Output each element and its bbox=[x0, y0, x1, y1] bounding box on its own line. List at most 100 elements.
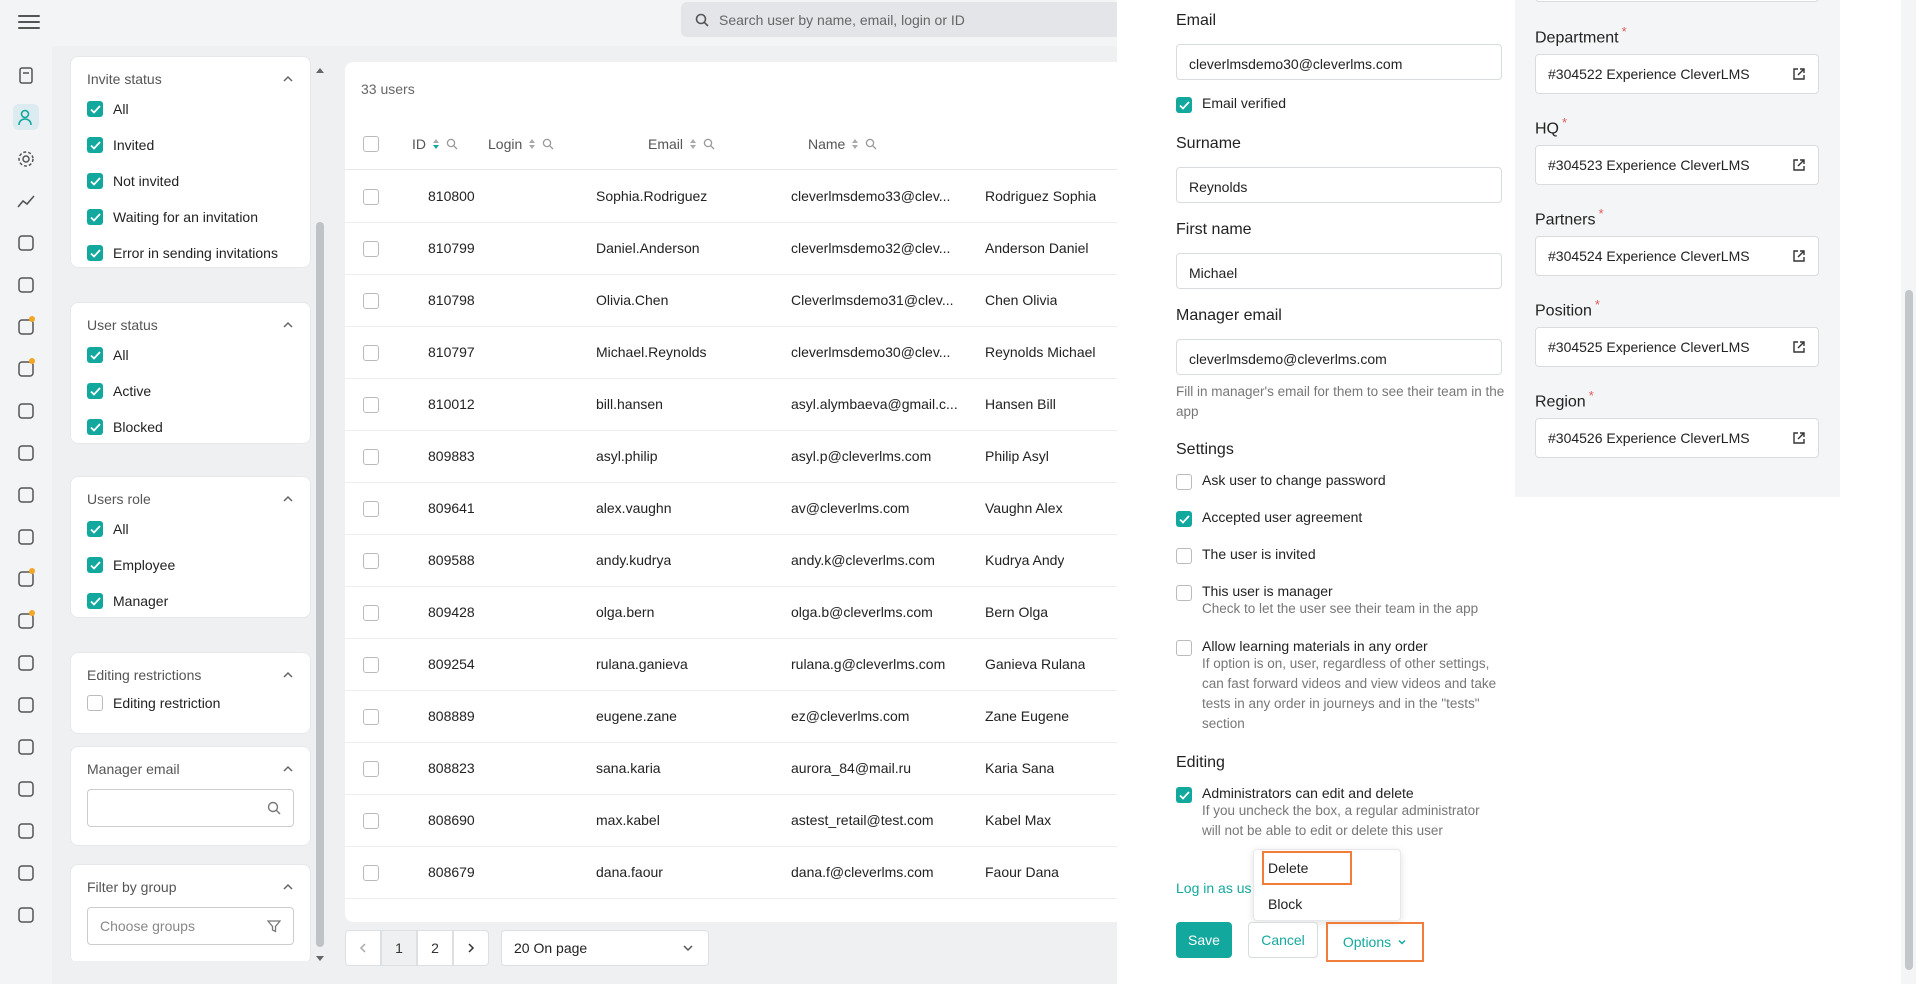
row-checkbox[interactable] bbox=[363, 553, 389, 569]
menu-icon[interactable] bbox=[18, 11, 40, 33]
sort-icon[interactable] bbox=[851, 138, 859, 150]
row-checkbox[interactable] bbox=[363, 189, 389, 205]
filter-option[interactable]: Manager bbox=[87, 583, 310, 619]
row-checkbox[interactable] bbox=[363, 605, 389, 621]
table-row[interactable]: 810800 Sophia.Rodriguez cleverlmsdemo33@cl… bbox=[345, 171, 1117, 223]
target-icon[interactable] bbox=[13, 356, 39, 382]
scroll-up-icon[interactable] bbox=[316, 68, 324, 73]
filters-scrollbar[interactable] bbox=[314, 62, 326, 967]
external-link-icon[interactable] bbox=[1792, 431, 1806, 445]
firstname-field[interactable]: Michael bbox=[1176, 253, 1502, 289]
filter-option[interactable]: Waiting for an invitation bbox=[87, 199, 310, 235]
group-select[interactable]: Choose groups bbox=[87, 907, 294, 945]
row-checkbox[interactable] bbox=[363, 709, 389, 725]
chevron-up-icon[interactable] bbox=[282, 493, 294, 505]
select-all-checkbox[interactable] bbox=[363, 136, 389, 152]
options-button[interactable]: Options bbox=[1326, 922, 1424, 962]
delete-menu-item[interactable]: Delete bbox=[1268, 860, 1308, 876]
setting-checkbox[interactable]: Ask user to change password bbox=[1176, 472, 1502, 490]
save-button[interactable]: Save bbox=[1176, 922, 1232, 958]
calendar-icon[interactable] bbox=[13, 482, 39, 508]
page-2-button[interactable]: 2 bbox=[417, 930, 453, 966]
page-1-button[interactable]: 1 bbox=[381, 930, 417, 966]
table-row[interactable]: 809254 rulana.ganieva rulana.g@cleverlms.c… bbox=[345, 639, 1117, 691]
external-link-icon[interactable] bbox=[1792, 340, 1806, 354]
external-link-icon[interactable] bbox=[1792, 158, 1806, 172]
checkbox[interactable] bbox=[1176, 548, 1192, 564]
scroll-thumb[interactable] bbox=[316, 222, 324, 947]
filter-option[interactable]: Employee bbox=[87, 547, 310, 583]
external-link-icon[interactable] bbox=[1792, 249, 1806, 263]
chevron-up-icon[interactable] bbox=[282, 73, 294, 85]
help-bubble-icon[interactable] bbox=[13, 440, 39, 466]
manager-email-input[interactable] bbox=[87, 789, 294, 827]
table-row[interactable]: 809883 asyl.philip asyl.p@cleverlms.com Phi… bbox=[345, 431, 1117, 483]
chevron-up-icon[interactable] bbox=[282, 763, 294, 775]
filter-option[interactable]: All bbox=[87, 337, 310, 373]
checkbox[interactable] bbox=[87, 209, 103, 225]
setting-checkbox[interactable]: The user is invited bbox=[1176, 546, 1502, 564]
chevron-up-icon[interactable] bbox=[282, 669, 294, 681]
setting-checkbox[interactable]: Accepted user agreement bbox=[1176, 509, 1502, 527]
row-checkbox[interactable] bbox=[363, 397, 389, 413]
row-checkbox[interactable] bbox=[363, 813, 389, 829]
filter-option[interactable]: All bbox=[87, 91, 310, 127]
column-header[interactable]: Name bbox=[808, 136, 877, 152]
email-verified-checkbox[interactable]: Email verified bbox=[1176, 95, 1286, 113]
users-icon[interactable] bbox=[13, 104, 39, 130]
table-row[interactable]: 809428 olga.bern olga.b@cleverlms.com Bern … bbox=[345, 587, 1117, 639]
prev-page-button[interactable] bbox=[345, 930, 381, 966]
search-bar[interactable] bbox=[681, 2, 1121, 37]
chat-icon[interactable] bbox=[13, 566, 39, 592]
search-icon[interactable] bbox=[865, 138, 877, 150]
checkbox[interactable] bbox=[87, 557, 103, 573]
chart-icon[interactable] bbox=[13, 188, 39, 214]
row-checkbox[interactable] bbox=[363, 449, 389, 465]
search-input[interactable] bbox=[719, 11, 1099, 28]
filter-option[interactable]: Blocked bbox=[87, 409, 310, 445]
table-row[interactable]: 810799 Daniel.Anderson cleverlmsdemo32@cle… bbox=[345, 223, 1117, 275]
table-row[interactable]: 808889 eugene.zane ez@cleverlms.com Zane Eu… bbox=[345, 691, 1117, 743]
chevron-up-icon[interactable] bbox=[282, 319, 294, 331]
export-icon[interactable] bbox=[13, 902, 39, 928]
login-as-link[interactable]: Log in as us bbox=[1176, 880, 1252, 896]
table-row[interactable]: 809641 alex.vaughn av@cleverlms.com Vaughn … bbox=[345, 483, 1117, 535]
filter-option[interactable]: Not invited bbox=[87, 163, 310, 199]
info-icon[interactable] bbox=[13, 524, 39, 550]
filter-option[interactable]: All bbox=[87, 511, 310, 547]
column-header[interactable]: ID bbox=[412, 136, 458, 152]
setting-checkbox[interactable]: Allow learning materials in any order If … bbox=[1176, 638, 1502, 734]
setting-checkbox[interactable]: This user is manager Check to let the use… bbox=[1176, 583, 1502, 619]
next-page-button[interactable] bbox=[453, 930, 489, 966]
filter-option[interactable]: Active bbox=[87, 373, 310, 409]
external-link-icon[interactable] bbox=[1792, 67, 1806, 81]
checkbox[interactable] bbox=[87, 383, 103, 399]
table-row[interactable]: 809588 andy.kudrya andy.k@cleverlms.com Kud… bbox=[345, 535, 1117, 587]
checkbox[interactable] bbox=[1176, 585, 1192, 601]
attribute-field[interactable]: #304526 Experience CleverLMS bbox=[1535, 418, 1819, 458]
row-checkbox[interactable] bbox=[363, 501, 389, 517]
star-icon[interactable] bbox=[13, 818, 39, 844]
checkbox-checked[interactable] bbox=[1176, 97, 1192, 113]
tools-icon[interactable] bbox=[13, 314, 39, 340]
column-header[interactable]: Email bbox=[648, 136, 715, 152]
trend-icon[interactable] bbox=[13, 776, 39, 802]
checkbox[interactable] bbox=[87, 521, 103, 537]
admin-edit-checkbox[interactable]: Administrators can edit and delete If yo… bbox=[1176, 785, 1502, 841]
checkbox[interactable] bbox=[87, 593, 103, 609]
email-field[interactable]: cleverlmsdemo30@cleverlms.com bbox=[1176, 44, 1502, 80]
search-icon[interactable] bbox=[703, 138, 715, 150]
video-icon[interactable] bbox=[13, 608, 39, 634]
per-page-select[interactable]: 20 On page bbox=[501, 930, 709, 966]
column-header[interactable]: Login bbox=[488, 136, 554, 152]
checkbox[interactable] bbox=[1176, 640, 1192, 656]
attribute-field[interactable]: #304522 Experience CleverLMS bbox=[1535, 54, 1819, 94]
gift-icon[interactable] bbox=[13, 692, 39, 718]
row-checkbox[interactable] bbox=[363, 865, 389, 881]
search-icon[interactable] bbox=[542, 138, 554, 150]
panel-scrollbar[interactable] bbox=[1901, 0, 1916, 984]
checkbox[interactable] bbox=[1176, 474, 1192, 490]
document-icon[interactable] bbox=[13, 272, 39, 298]
attribute-field[interactable]: #304524 Experience CleverLMS bbox=[1535, 236, 1819, 276]
sort-icon[interactable] bbox=[689, 138, 697, 150]
